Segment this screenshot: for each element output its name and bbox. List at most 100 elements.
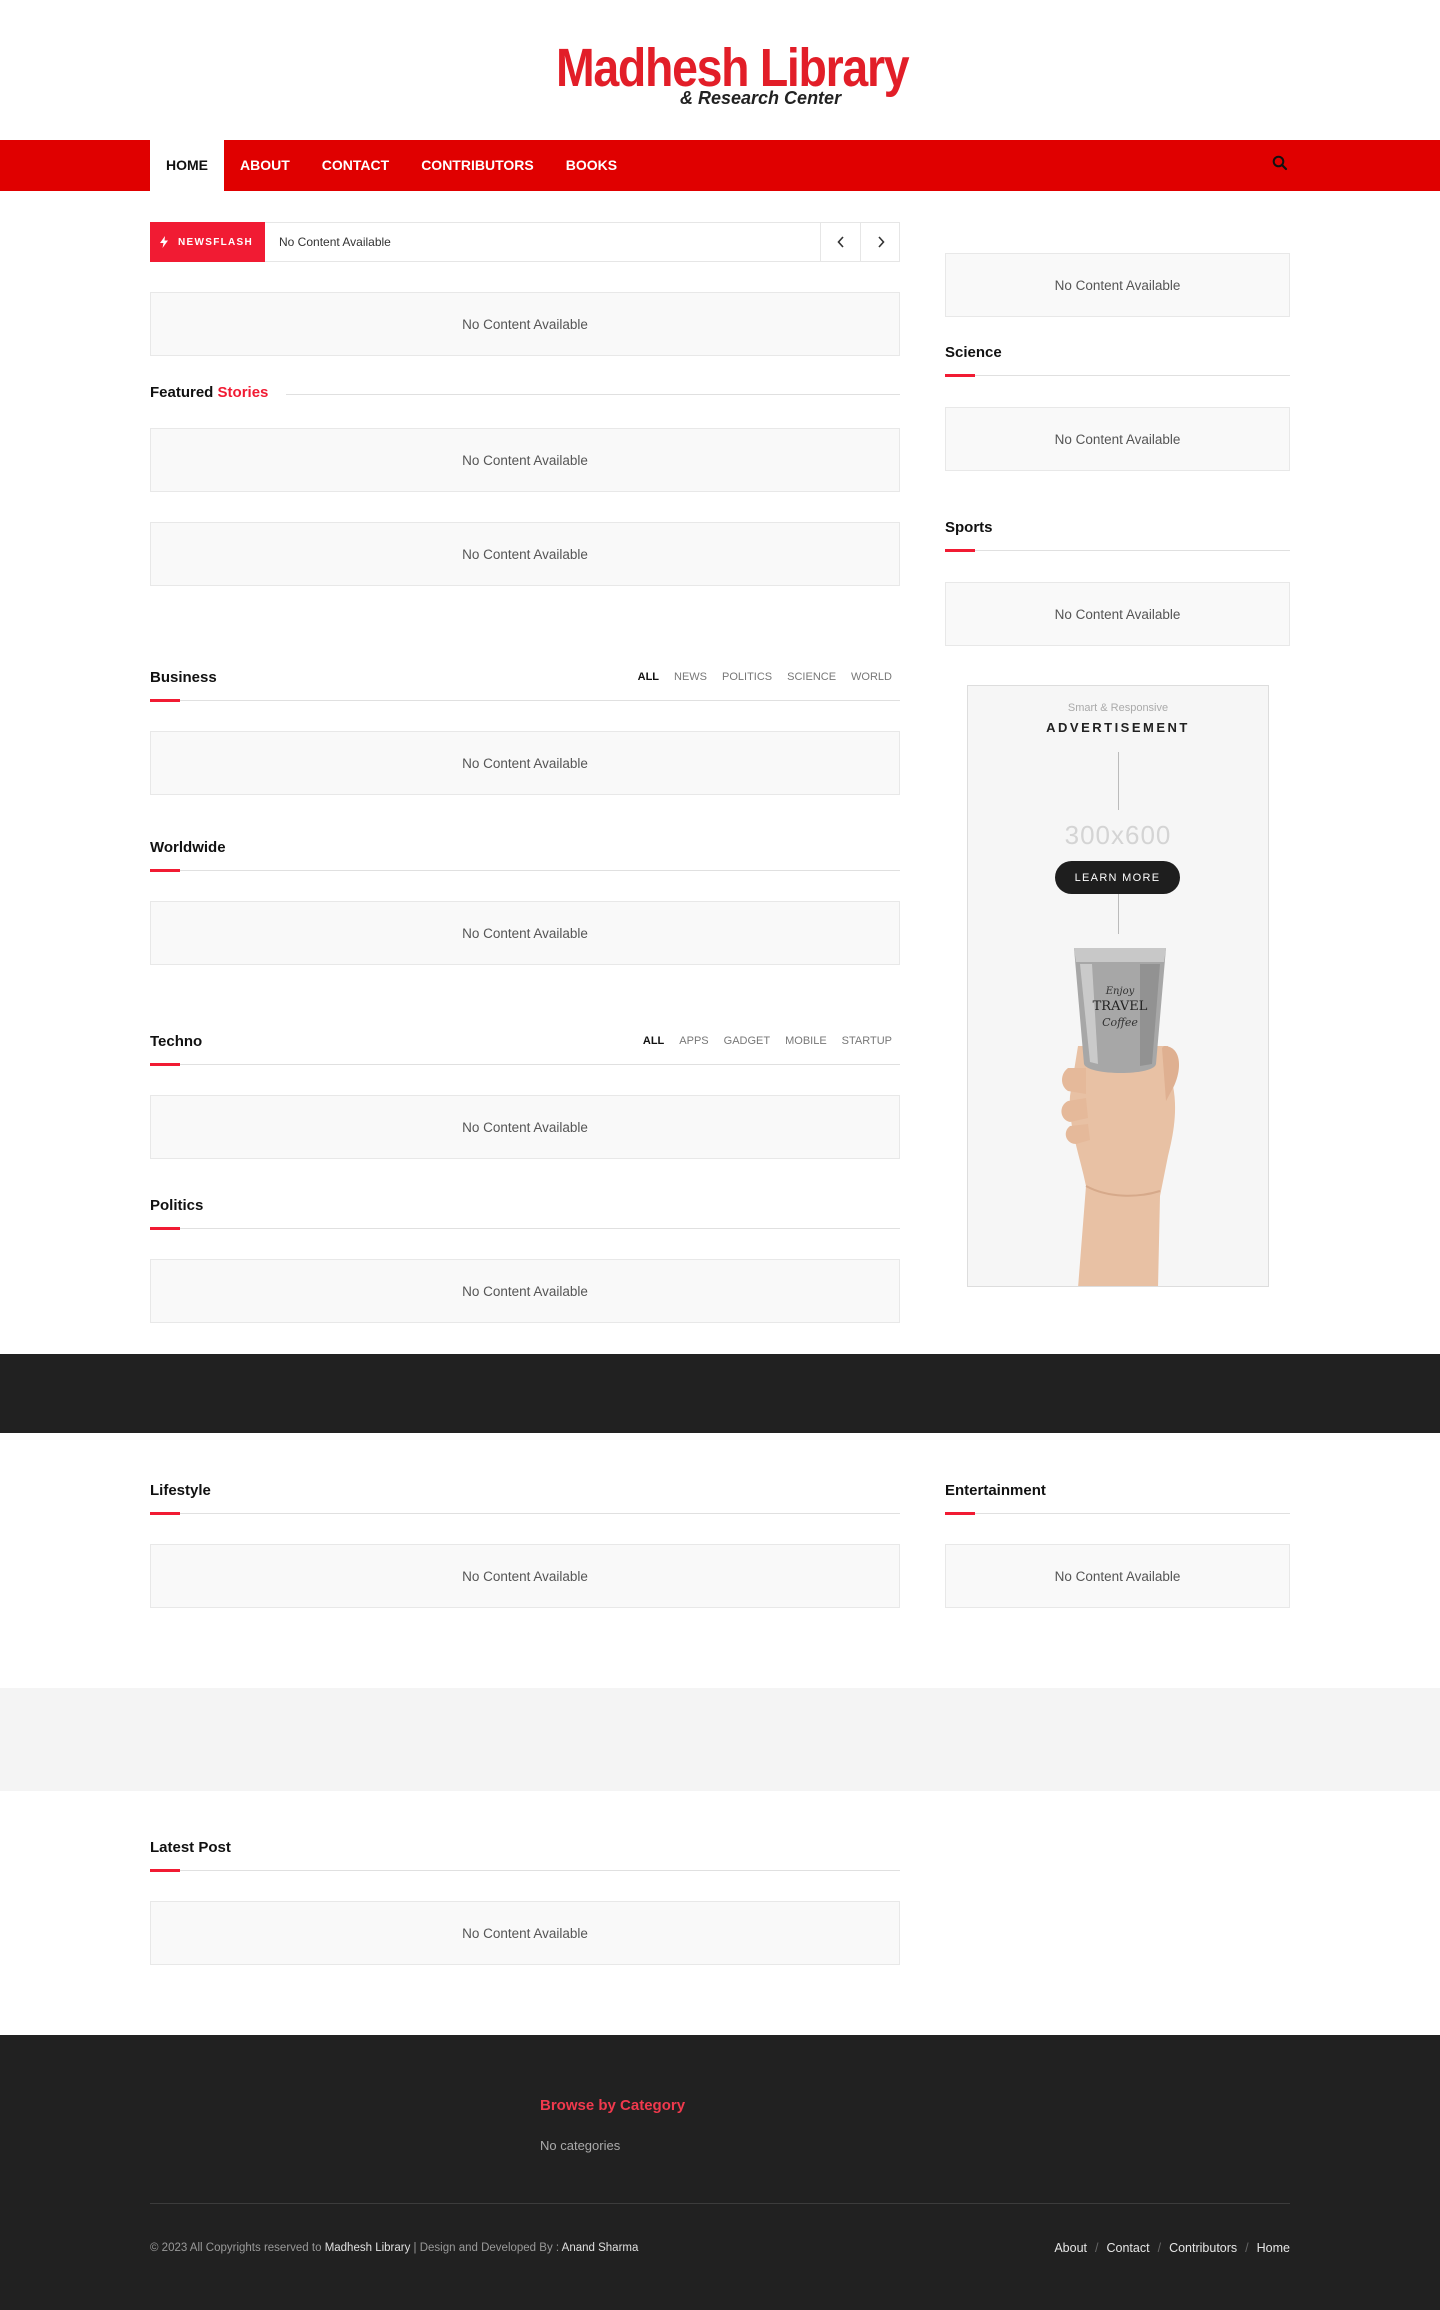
chevron-right-icon	[877, 236, 885, 248]
cup-text-travel: TRAVEL	[1093, 999, 1148, 1014]
entertainment-section-heading: Entertainment	[945, 1482, 1290, 1515]
search-icon[interactable]	[1272, 155, 1292, 175]
politics-accent-bar	[150, 1227, 180, 1230]
entertainment-empty-box: No Content Available	[945, 1544, 1290, 1608]
ad-divider-top	[1118, 752, 1119, 810]
techno-empty-box: No Content Available	[150, 1095, 900, 1159]
business-empty-box: No Content Available	[150, 731, 900, 795]
hero-empty-box: No Content Available	[150, 292, 900, 356]
worldwide-empty-box: No Content Available	[150, 901, 900, 965]
featured-empty-box-2: No Content Available	[150, 522, 900, 586]
newsflash-text[interactable]: No Content Available	[279, 223, 391, 261]
politics-section-heading: Politics	[150, 1197, 900, 1230]
site-header: Madhesh Library & Research Center	[0, 0, 1440, 140]
copyright-author-link[interactable]: Anand Sharma	[562, 2242, 639, 2254]
entertainment-accent-bar	[945, 1512, 975, 1515]
science-title[interactable]: Science	[945, 344, 1002, 361]
footer-divider	[150, 2203, 1290, 2204]
footer-link-contributors[interactable]: Contributors	[1169, 2241, 1237, 2255]
business-tab-world[interactable]: WORLD	[851, 671, 892, 683]
browse-by-category-title: Browse by Category	[540, 2097, 686, 2114]
hand-holding-cup-image: Enjoy TRAVEL Coffee	[1061, 948, 1180, 1286]
worldwide-section-heading: Worldwide	[150, 839, 900, 872]
lifestyle-section-heading: Lifestyle	[150, 1482, 900, 1515]
light-divider-band	[0, 1688, 1440, 1791]
ad-divider-bottom	[1118, 894, 1119, 934]
nav-item-contact[interactable]: CONTACT	[306, 140, 405, 191]
business-tabs: ALL NEWS POLITICS SCIENCE WORLD	[638, 671, 892, 683]
sidebar-empty-box: No Content Available	[945, 253, 1290, 317]
newsflash-label-text: NEWSFLASH	[178, 236, 254, 248]
lifestyle-empty-box: No Content Available	[150, 1544, 900, 1608]
sports-accent-bar	[945, 549, 975, 552]
science-section-heading: Science	[945, 344, 1290, 377]
sports-section-heading: Sports	[945, 519, 1290, 552]
latest-post-section-heading: Latest Post	[150, 1839, 900, 1872]
dark-divider-band	[0, 1354, 1440, 1433]
featured-divider	[286, 394, 900, 395]
cup-text-coffee: Coffee	[1102, 1016, 1138, 1029]
politics-empty-box: No Content Available	[150, 1259, 900, 1323]
latest-post-accent-bar	[150, 1869, 180, 1872]
ad-title: ADVERTISEMENT	[1046, 720, 1190, 735]
site-footer: Browse by Category No categories © 2023 …	[0, 2035, 1440, 2310]
nav-item-about[interactable]: ABOUT	[224, 140, 306, 191]
footer-link-about[interactable]: About	[1054, 2241, 1087, 2255]
newsflash-prev-button[interactable]	[820, 223, 860, 261]
entertainment-title[interactable]: Entertainment	[945, 1482, 1046, 1499]
featured-empty-box-1: No Content Available	[150, 428, 900, 492]
business-accent-bar	[150, 699, 180, 702]
worldwide-title[interactable]: Worldwide	[150, 839, 226, 856]
business-title[interactable]: Business	[150, 669, 217, 686]
science-empty-box: No Content Available	[945, 407, 1290, 471]
techno-tab-gadget[interactable]: GADGET	[724, 1035, 770, 1047]
latest-post-empty-box: No Content Available	[150, 1901, 900, 1965]
main-nav: HOME ABOUT CONTACT CONTRIBUTORS BOOKS	[0, 140, 1440, 191]
newsflash-ticker: NEWSFLASH No Content Available	[150, 222, 900, 262]
footer-separator: /	[1245, 2241, 1249, 2255]
cup-text-enjoy: Enjoy	[1105, 986, 1135, 997]
business-tab-all[interactable]: ALL	[638, 671, 659, 683]
ad-tagline: Smart & Responsive	[1067, 702, 1169, 714]
lifestyle-accent-bar	[150, 1512, 180, 1515]
newsflash-label: NEWSFLASH	[150, 222, 265, 262]
advertisement-banner[interactable]: Smart & Responsive ADVERTISEMENT 300x600…	[967, 685, 1269, 1287]
copyright-site-link[interactable]: Madhesh Library	[325, 2242, 411, 2254]
footer-link-contact[interactable]: Contact	[1107, 2241, 1150, 2255]
nav-item-contributors[interactable]: CONTRIBUTORS	[405, 140, 550, 191]
latest-post-title[interactable]: Latest Post	[150, 1839, 231, 1856]
sports-empty-box: No Content Available	[945, 582, 1290, 646]
techno-accent-bar	[150, 1063, 180, 1066]
lifestyle-title[interactable]: Lifestyle	[150, 1482, 211, 1499]
techno-tabs: ALL APPS GADGET MOBILE STARTUP	[643, 1035, 892, 1047]
science-accent-bar	[945, 374, 975, 377]
politics-title[interactable]: Politics	[150, 1197, 203, 1214]
ad-size-label: 300x600	[1064, 820, 1172, 850]
techno-tab-all[interactable]: ALL	[643, 1035, 664, 1047]
footer-separator: /	[1095, 2241, 1099, 2255]
featured-title: Featured Stories	[150, 384, 269, 401]
footer-link-home[interactable]: Home	[1257, 2241, 1290, 2255]
nav-item-books[interactable]: BOOKS	[550, 140, 633, 191]
business-tab-science[interactable]: SCIENCE	[787, 671, 836, 683]
newsflash-next-button[interactable]	[860, 223, 900, 261]
sports-title[interactable]: Sports	[945, 519, 993, 536]
footer-links: About / Contact / Contributors / Home	[1054, 2241, 1290, 2255]
techno-title[interactable]: Techno	[150, 1033, 202, 1050]
chevron-left-icon	[836, 236, 844, 248]
techno-tab-apps[interactable]: APPS	[679, 1035, 708, 1047]
techno-tab-mobile[interactable]: MOBILE	[785, 1035, 827, 1047]
techno-tab-startup[interactable]: STARTUP	[842, 1035, 892, 1047]
worldwide-accent-bar	[150, 869, 180, 872]
business-section-heading: Business ALL NEWS POLITICS SCIENCE WORLD	[150, 669, 900, 702]
bolt-icon	[160, 236, 168, 248]
nav-item-home[interactable]: HOME	[150, 140, 224, 191]
nav-items: HOME ABOUT CONTACT CONTRIBUTORS BOOKS	[150, 140, 633, 191]
learn-more-button[interactable]: LEARN MORE	[1055, 861, 1180, 894]
techno-section-heading: Techno ALL APPS GADGET MOBILE STARTUP	[150, 1033, 900, 1066]
business-tab-news[interactable]: NEWS	[674, 671, 707, 683]
no-categories-text: No categories	[540, 2138, 621, 2153]
logo-subtitle: & Research Center	[680, 88, 842, 108]
footer-separator: /	[1157, 2241, 1162, 2255]
business-tab-politics[interactable]: POLITICS	[722, 671, 772, 683]
